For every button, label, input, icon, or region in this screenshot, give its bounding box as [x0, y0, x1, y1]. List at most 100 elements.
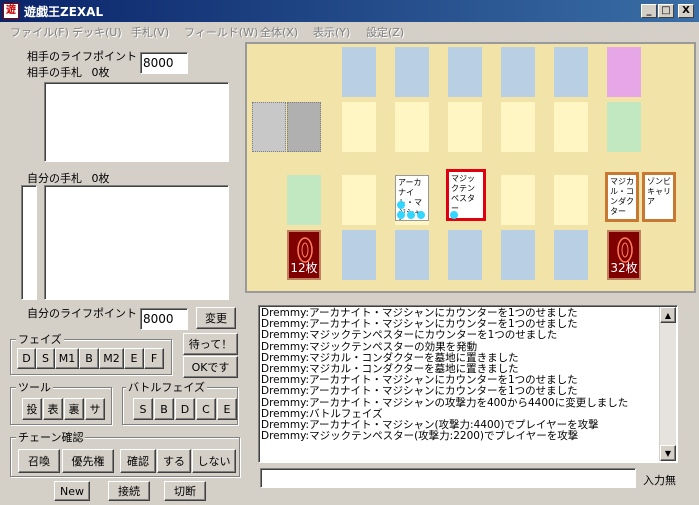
my-monster-zone-4[interactable]: [501, 175, 535, 225]
battle-d-button[interactable]: D: [175, 398, 195, 420]
battle-b-button[interactable]: B: [154, 398, 174, 420]
menu-field[interactable]: フィールド(W): [184, 24, 258, 40]
opp-monster-zone-5[interactable]: [554, 102, 588, 152]
phase-s-button[interactable]: S: [36, 348, 55, 369]
card-magical-conductor[interactable]: マジカル・コンダクター: [605, 172, 639, 222]
app-icon: 遊: [3, 3, 19, 19]
opp-monster-zone-4[interactable]: [501, 102, 535, 152]
tool-throw-button[interactable]: 投: [22, 398, 42, 420]
my-spell-zone-4[interactable]: [501, 230, 535, 280]
game-field[interactable]: アーカナイト・マジシャン マジックテンペスター マジカル・コンダクター ゾンビキ…: [245, 42, 696, 293]
opponent-hand-label: 相手の手札 0枚: [27, 64, 110, 80]
counter-token: [450, 211, 458, 219]
title-bar: 遊 遊戯王ZEXAL _ □ X: [0, 0, 699, 22]
opp-monster-zone-1[interactable]: [342, 102, 376, 152]
minimize-button[interactable]: _: [641, 4, 657, 18]
tool-facedown-button[interactable]: 裏: [64, 398, 84, 420]
disconnect-button[interactable]: 切断: [164, 481, 206, 501]
scroll-down-arrow-icon[interactable]: ▼: [660, 445, 676, 461]
my-spell-zone-5[interactable]: [554, 230, 588, 280]
change-lp-button[interactable]: 変更: [196, 307, 236, 329]
battle-s-button[interactable]: S: [133, 398, 153, 420]
opponent-lp-field[interactable]: 8000: [140, 52, 188, 74]
menu-settings[interactable]: 設定(Z): [366, 24, 404, 40]
opp-spell-zone-5[interactable]: [554, 47, 588, 97]
opponent-lp-label: 相手のライフポイント: [27, 50, 137, 63]
new-button[interactable]: New: [54, 481, 90, 501]
chain-confirm-button[interactable]: 確認: [120, 449, 156, 473]
opp-spell-zone-1[interactable]: [342, 47, 376, 97]
my-deck-count: 32枚: [610, 261, 638, 275]
log-scrollbar[interactable]: ▲ ▼: [659, 307, 676, 461]
phase-m2-button[interactable]: M2: [99, 348, 124, 369]
opp-graveyard-zone[interactable]: [287, 102, 321, 152]
my-spell-zone-1[interactable]: [342, 230, 376, 280]
player-hand-title: 自分の手札: [27, 172, 82, 185]
opp-extra-deck-zone[interactable]: [607, 47, 641, 97]
chain-priority-button[interactable]: 優先権: [62, 449, 114, 473]
counter-token: [397, 211, 405, 219]
my-spell-zone-2[interactable]: [395, 230, 429, 280]
player-hand-side-list[interactable]: [21, 185, 37, 300]
counter-token: [417, 211, 425, 219]
opp-monster-zone-2[interactable]: [395, 102, 429, 152]
chain-summon-button[interactable]: 召喚: [18, 449, 60, 473]
counter-token: [407, 211, 415, 219]
wait-button[interactable]: 待って！: [183, 333, 238, 355]
menu-view[interactable]: 表示(Y): [313, 24, 350, 40]
phase-e-button[interactable]: E: [124, 348, 144, 369]
card-zombie-carrier[interactable]: ゾンビキャリア: [642, 172, 676, 222]
tool-faceup-button[interactable]: 表: [43, 398, 63, 420]
chain-group-label: チェーン確認: [16, 429, 86, 445]
opp-deck-side-zone[interactable]: [607, 102, 641, 152]
menu-file[interactable]: ファイル(F): [10, 24, 69, 40]
my-monster-zone-1[interactable]: [342, 175, 376, 225]
menu-deck[interactable]: デッキ(U): [72, 24, 122, 40]
maximize-button[interactable]: □: [658, 4, 674, 18]
log-line: Dremmy:マジックテンペスターにカウンターを1つのせました: [261, 329, 558, 342]
player-hand-label: 自分の手札 0枚: [27, 170, 110, 186]
player-lp-field[interactable]: 8000: [140, 308, 188, 330]
battle-e-button[interactable]: E: [217, 398, 237, 420]
scroll-up-arrow-icon[interactable]: ▲: [660, 307, 676, 323]
player-hand-count: 0枚: [91, 172, 110, 185]
card-conductor-label: マジカル・コンダクター: [610, 177, 634, 216]
opp-spell-zone-3[interactable]: [448, 47, 482, 97]
phase-d-button[interactable]: D: [17, 348, 36, 369]
phase-b-button[interactable]: B: [79, 348, 99, 369]
my-field-spell-zone[interactable]: [287, 175, 321, 225]
ok-button[interactable]: OKです: [183, 356, 238, 378]
counter-token: [397, 201, 405, 209]
my-deck-pile[interactable]: 32枚: [607, 230, 641, 280]
tool-sa-button[interactable]: サ: [85, 398, 105, 420]
chain-yes-button[interactable]: する: [157, 449, 191, 473]
chain-no-button[interactable]: しない: [192, 449, 236, 473]
opp-monster-zone-3[interactable]: [448, 102, 482, 152]
connect-button[interactable]: 接続: [108, 481, 150, 501]
opp-field-spell-zone[interactable]: [252, 102, 286, 152]
opp-deck-count: 12枚: [290, 261, 318, 275]
opp-deck-pile[interactable]: 12枚: [287, 230, 321, 280]
opponent-hand-area[interactable]: [44, 82, 229, 162]
opp-spell-zone-4[interactable]: [501, 47, 535, 97]
battle-c-button[interactable]: C: [196, 398, 216, 420]
phase-group-label: フェイズ: [16, 331, 64, 347]
phase-f-button[interactable]: F: [144, 348, 164, 369]
phase-m1-button[interactable]: M1: [55, 348, 79, 369]
player-hand-area[interactable]: [44, 185, 229, 300]
my-spell-zone-3[interactable]: [448, 230, 482, 280]
menu-hand[interactable]: 手札(V): [131, 24, 169, 40]
opp-spell-zone-2[interactable]: [395, 47, 429, 97]
player-lp-label: 自分のライフポイント: [27, 307, 137, 320]
my-monster-zone-5[interactable]: [554, 175, 588, 225]
card-zombie-label: ゾンビキャリア: [647, 177, 671, 206]
window-title: 遊戯王ZEXAL: [24, 5, 104, 19]
card-tempester-label: マジックテンペスター: [451, 174, 475, 213]
close-button[interactable]: X: [678, 4, 694, 18]
opponent-hand-title: 相手の手札: [27, 66, 82, 79]
log-line: Dremmy:マジックテンペスター(攻撃力:2200)でプレイヤーを攻撃: [261, 430, 579, 443]
chat-input[interactable]: [260, 468, 636, 488]
menu-all[interactable]: 全体(X): [260, 24, 298, 40]
log-line: Dremmy:アーカナイト・マジシャンにカウンターを1つのせました: [261, 385, 578, 398]
input-status: 入力無: [643, 474, 676, 487]
